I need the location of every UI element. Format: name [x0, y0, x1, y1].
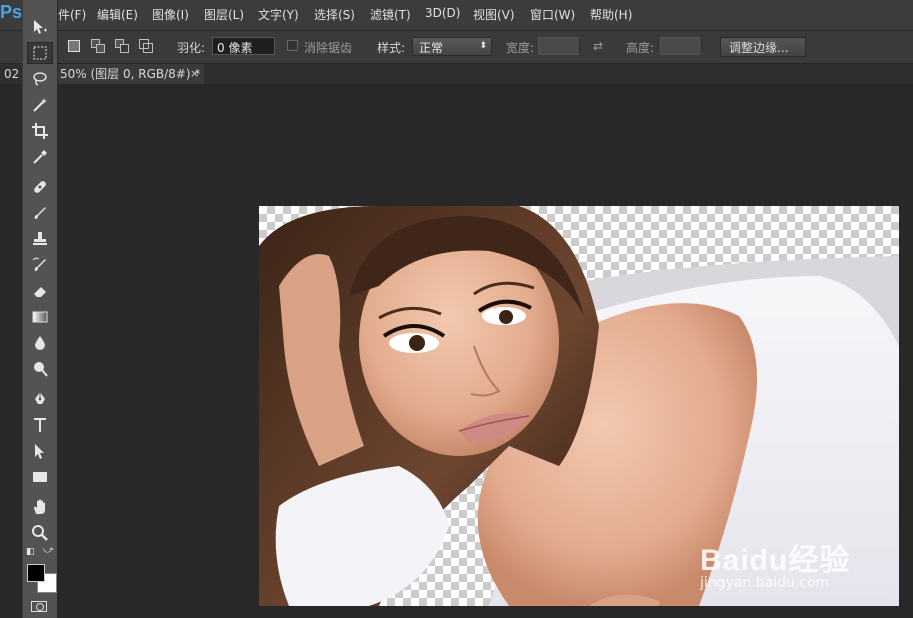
refine-edge-button[interactable]: 调整边缘...: [720, 37, 806, 57]
style-select[interactable]: 正常 ⬍: [412, 37, 492, 56]
rectangular-marquee-icon[interactable]: [27, 42, 53, 64]
menu-filter[interactable]: 滤镜(T): [370, 6, 411, 23]
updown-arrow-icon: ⬍: [479, 41, 487, 51]
healing-brush-icon[interactable]: [27, 176, 53, 198]
dodge-icon[interactable]: [27, 358, 53, 380]
antialias-label: 消除锯齿: [304, 41, 353, 55]
options-bar: 羽化: 0 像素 消除锯齿 样式: 正常 ⬍ 宽度: ⇄ 高度: 调整边缘...: [0, 31, 913, 64]
width-label: 宽度:: [506, 41, 535, 55]
menu-file[interactable]: 件(F): [58, 6, 86, 23]
baidu-watermark-logo: Baidu经验: [700, 544, 851, 577]
lasso-icon[interactable]: [27, 68, 53, 90]
menu-image[interactable]: 图像(I): [152, 6, 189, 23]
close-tab-icon[interactable]: ×: [190, 64, 199, 84]
brush-icon[interactable]: [27, 202, 53, 224]
document-tab[interactable]: 50% (图层 0, RGB/8#) *: [58, 64, 204, 84]
menu-edit[interactable]: 编辑(E): [97, 6, 138, 23]
doc-tab-prefix[interactable]: 02: [4, 64, 22, 84]
feather-input[interactable]: 0 像素: [212, 37, 275, 55]
default-colors-icon[interactable]: ◧: [26, 547, 35, 557]
path-selection-icon[interactable]: [27, 440, 53, 462]
app-logo: Ps: [0, 2, 23, 22]
document-tab-title: 50% (图层 0, RGB/8#) *: [60, 67, 201, 81]
foreground-color-swatch[interactable]: [27, 564, 45, 582]
document-tab-bar: 02 50% (图层 0, RGB/8#) * ×: [0, 64, 913, 84]
width-input[interactable]: [538, 37, 578, 55]
menu-3d[interactable]: 3D(D): [425, 6, 460, 20]
quick-mask-icon[interactable]: [31, 601, 47, 612]
menu-window[interactable]: 窗口(W): [530, 6, 575, 23]
menu-help[interactable]: 帮助(H): [590, 6, 632, 23]
hand-icon[interactable]: [27, 496, 53, 518]
history-brush-icon[interactable]: [27, 254, 53, 276]
style-select-value: 正常: [419, 41, 444, 55]
clone-stamp-icon[interactable]: [27, 228, 53, 250]
eraser-icon[interactable]: [27, 280, 53, 302]
swap-icon[interactable]: ⇄: [593, 39, 603, 53]
blur-drop-icon[interactable]: [27, 332, 53, 354]
feather-label: 羽化:: [177, 41, 206, 55]
antialias-checkbox[interactable]: [287, 40, 298, 51]
menu-view[interactable]: 视图(V): [473, 6, 515, 23]
intersect-selection-icon[interactable]: [138, 38, 154, 54]
magic-wand-icon[interactable]: [27, 94, 53, 116]
type-icon[interactable]: [27, 414, 53, 436]
eyedropper-icon[interactable]: [27, 146, 53, 168]
menu-layer[interactable]: 图层(L): [204, 6, 244, 23]
gradient-icon[interactable]: [27, 306, 53, 328]
menu-select[interactable]: 选择(S): [314, 6, 355, 23]
menu-bar: Ps 件(F) 编辑(E) 图像(I) 图层(L) 文字(Y) 选择(S) 滤镜…: [0, 0, 913, 31]
height-input[interactable]: [660, 37, 700, 55]
tools-panel: ◧ ⤻: [22, 0, 58, 618]
zoom-icon[interactable]: [27, 522, 53, 544]
style-label: 样式:: [377, 41, 406, 55]
baidu-watermark-url: jingyan.baidu.com: [700, 575, 830, 591]
swap-colors-icon[interactable]: ⤻: [43, 545, 54, 556]
pen-icon[interactable]: [27, 388, 53, 410]
new-selection-icon[interactable]: [66, 38, 82, 54]
add-to-selection-icon[interactable]: [90, 38, 106, 54]
crop-icon[interactable]: [27, 120, 53, 142]
rectangle-shape-icon[interactable]: [27, 466, 53, 488]
height-label: 高度:: [626, 41, 655, 55]
move-tool-icon[interactable]: [27, 16, 53, 38]
subtract-selection-icon[interactable]: [114, 38, 130, 54]
menu-type[interactable]: 文字(Y): [258, 6, 299, 23]
